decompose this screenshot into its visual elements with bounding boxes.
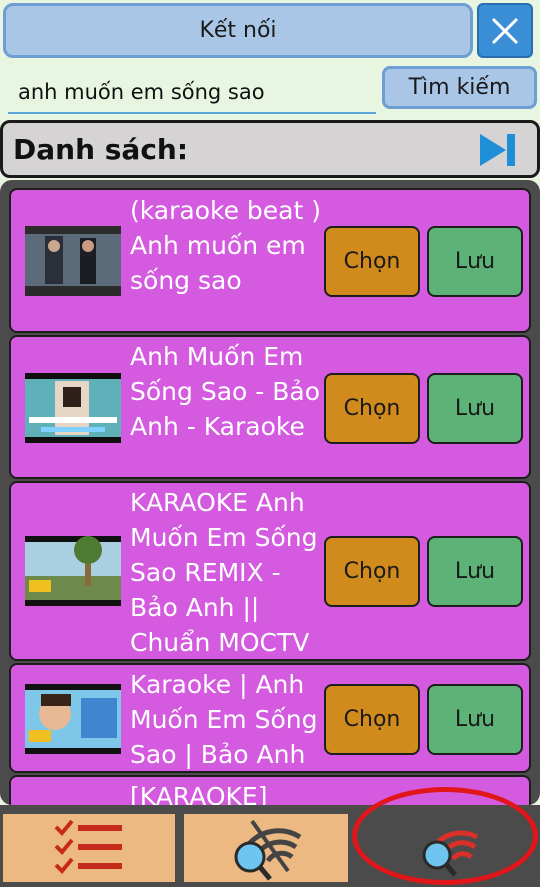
highlight-annotation [352, 787, 538, 885]
search-button-label: Tìm kiếm [408, 75, 511, 100]
connect-label: Kết nối [199, 18, 277, 43]
choose-button[interactable]: Chọn [324, 536, 420, 607]
save-button[interactable]: Lưu [427, 226, 523, 297]
save-label: Lưu [454, 396, 496, 421]
list-item[interactable]: KARAOKE Anh Muốn Em Sống Sao REMIX - Bảo… [9, 481, 531, 661]
search-offline-icon [234, 819, 302, 881]
search-input[interactable] [8, 72, 376, 114]
save-label: Lưu [454, 707, 496, 732]
choose-label: Chọn [343, 559, 401, 584]
list-item[interactable]: (karaoke beat ) Anh muốn em sống sao Chọ… [9, 188, 531, 333]
save-button[interactable]: Lưu [427, 373, 523, 444]
save-button[interactable]: Lưu [427, 684, 523, 755]
choose-button[interactable]: Chọn [324, 684, 420, 755]
list-item[interactable]: Karaoke | Anh Muốn Em Sống Sao | Bảo Anh… [9, 663, 531, 773]
choose-label: Chọn [343, 707, 401, 732]
video-thumbnail [25, 684, 121, 754]
search-button[interactable]: Tìm kiếm [382, 66, 537, 109]
song-title: KARAOKE Anh Muốn Em Sống Sao REMIX - Bảo… [130, 488, 318, 657]
close-icon [491, 17, 519, 44]
choose-label: Chọn [343, 396, 401, 421]
tab-playlist[interactable] [3, 814, 175, 882]
save-button[interactable]: Lưu [427, 536, 523, 607]
tab-search-offline[interactable] [184, 814, 348, 882]
save-label: Lưu [454, 559, 496, 584]
song-title: [KARAOKE] [130, 782, 268, 805]
choose-button[interactable]: Chọn [324, 226, 420, 297]
checklist-icon [54, 819, 122, 874]
save-label: Lưu [454, 249, 496, 274]
choose-button[interactable]: Chọn [324, 373, 420, 444]
app-root: Kết nối Tìm kiếm Danh sách: [0, 0, 540, 887]
video-thumbnail [25, 226, 121, 296]
close-button[interactable] [477, 3, 533, 58]
list-header: Danh sách: [0, 120, 540, 178]
list-title: Danh sách: [13, 133, 189, 166]
song-title: (karaoke beat ) Anh muốn em sống sao [130, 196, 321, 295]
song-title: Karaoke | Anh Muốn Em Sống Sao | Bảo Anh [130, 670, 318, 769]
choose-label: Chọn [343, 249, 401, 274]
song-list[interactable]: (karaoke beat ) Anh muốn em sống sao Chọ… [0, 180, 540, 805]
video-thumbnail [25, 373, 121, 443]
skip-next-icon[interactable] [478, 132, 518, 168]
video-thumbnail [25, 536, 121, 606]
list-item[interactable]: Anh Muốn Em Sống Sao - Bảo Anh - Karaoke… [9, 335, 531, 479]
song-title: Anh Muốn Em Sống Sao - Bảo Anh - Karaoke [130, 342, 320, 441]
connect-button[interactable]: Kết nối [3, 3, 473, 58]
